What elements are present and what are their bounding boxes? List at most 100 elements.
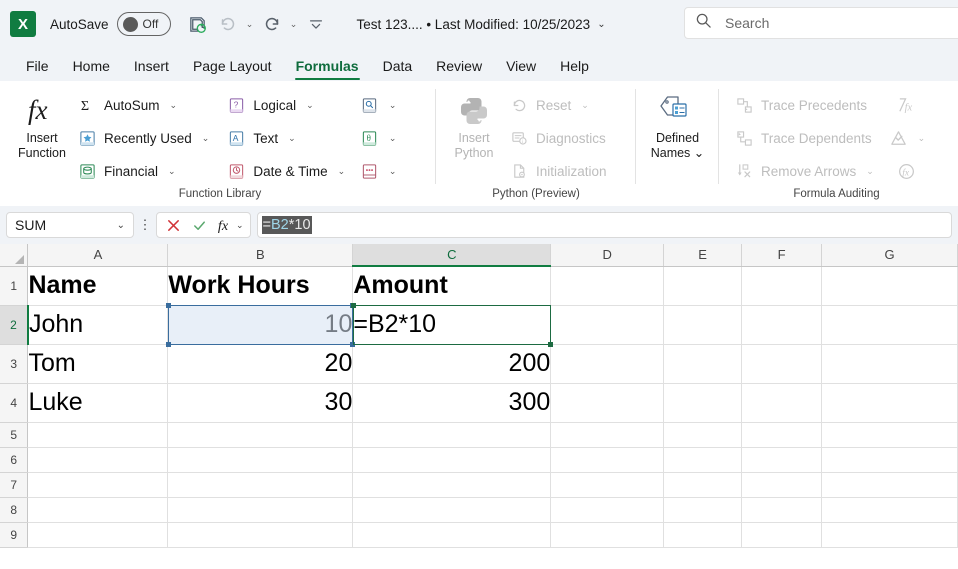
defined-names-button[interactable]: Defined Names ⌄ <box>643 87 712 165</box>
trace-precedents-button[interactable]: Trace Precedents <box>730 89 879 122</box>
cell-f9[interactable] <box>741 522 823 548</box>
cell-a9[interactable] <box>27 522 169 548</box>
cell-c8[interactable] <box>352 497 552 523</box>
cell-a3[interactable]: Tom <box>27 344 169 384</box>
cell-b4[interactable]: 30 <box>167 383 354 423</box>
cell-d6[interactable] <box>550 447 665 473</box>
remove-arrows-button[interactable]: Remove Arrows ⌄ <box>730 155 879 188</box>
row-header-9[interactable]: 9 <box>0 522 29 548</box>
row-header-7[interactable]: 7 <box>0 472 29 498</box>
cell-e1[interactable] <box>663 266 743 306</box>
cell-e9[interactable] <box>663 522 743 548</box>
customize-quick-access-icon[interactable] <box>301 9 331 39</box>
cell-d9[interactable] <box>550 522 665 548</box>
cell-c3[interactable]: 200 <box>352 344 552 384</box>
cell-e7[interactable] <box>663 472 743 498</box>
cell-c5[interactable] <box>352 422 552 448</box>
redo-icon[interactable] <box>257 9 287 39</box>
cell-d5[interactable] <box>550 422 665 448</box>
name-box-caret-icon[interactable]: ⌄ <box>117 220 125 231</box>
lookup-reference-button[interactable]: ⌄ <box>356 89 400 122</box>
save-icon[interactable] <box>183 9 213 39</box>
row-header-4[interactable]: 4 <box>0 383 29 423</box>
autosave-toggle[interactable]: Off <box>116 12 171 36</box>
row-header-5[interactable]: 5 <box>0 422 29 448</box>
column-header-d[interactable]: D <box>550 244 665 267</box>
tab-insert[interactable]: Insert <box>122 54 181 81</box>
cell-g1[interactable] <box>821 266 958 306</box>
error-checking-button[interactable]: ⌄ <box>885 122 929 155</box>
cell-b7[interactable] <box>167 472 354 498</box>
cell-f6[interactable] <box>741 447 823 473</box>
python-diagnostics-button[interactable]: i Diagnostics <box>505 122 612 155</box>
tab-page-layout[interactable]: Page Layout <box>181 54 284 81</box>
date-time-button[interactable]: Date & Time ⌄ <box>222 155 350 188</box>
cell-g9[interactable] <box>821 522 958 548</box>
formula-input[interactable]: =B2*10 <box>256 212 952 238</box>
column-header-f[interactable]: F <box>741 244 823 267</box>
cell-f5[interactable] <box>741 422 823 448</box>
undo-dropdown-caret-icon[interactable]: ⌄ <box>243 9 257 39</box>
cell-c4[interactable]: 300 <box>352 383 552 423</box>
column-header-c[interactable]: C <box>352 244 552 267</box>
tab-view[interactable]: View <box>494 54 548 81</box>
date-time-caret-icon[interactable]: ⌄ <box>338 166 346 177</box>
math-trig-button[interactable]: θ ⌄ <box>356 122 400 155</box>
cell-g2[interactable] <box>821 305 958 345</box>
cell-c7[interactable] <box>352 472 552 498</box>
cell-e5[interactable] <box>663 422 743 448</box>
select-all-corner[interactable] <box>0 244 29 267</box>
cell-b3[interactable]: 20 <box>167 344 354 384</box>
cell-a6[interactable] <box>27 447 169 473</box>
python-reset-caret-icon[interactable]: ⌄ <box>581 100 589 111</box>
cell-b6[interactable] <box>167 447 354 473</box>
cell-c2[interactable]: =B2*10 <box>352 305 552 345</box>
cancel-icon[interactable] <box>161 214 185 236</box>
formula-bar-options-icon[interactable]: ⋮ <box>134 218 156 231</box>
tab-home[interactable]: Home <box>61 54 122 81</box>
trace-dependents-button[interactable]: Trace Dependents <box>730 122 879 155</box>
cell-a8[interactable] <box>27 497 169 523</box>
cell-f1[interactable] <box>741 266 823 306</box>
math-trig-caret-icon[interactable]: ⌄ <box>389 133 397 144</box>
undo-icon[interactable] <box>213 9 243 39</box>
document-title[interactable]: Test 123.... • Last Modified: 10/25/2023… <box>357 17 606 32</box>
cell-f3[interactable] <box>741 344 823 384</box>
enter-icon[interactable] <box>187 214 211 236</box>
recently-used-button[interactable]: Recently Used ⌄ <box>73 122 214 155</box>
cell-d2[interactable] <box>550 305 665 345</box>
search-box[interactable] <box>684 7 958 39</box>
cell-g4[interactable] <box>821 383 958 423</box>
cell-a7[interactable] <box>27 472 169 498</box>
recently-used-caret-icon[interactable]: ⌄ <box>202 133 210 144</box>
cell-e2[interactable] <box>663 305 743 345</box>
tab-file[interactable]: File <box>14 54 61 81</box>
cell-f7[interactable] <box>741 472 823 498</box>
insert-function-button[interactable]: fx Insert Function <box>11 87 73 165</box>
cell-d4[interactable] <box>550 383 665 423</box>
cell-e3[interactable] <box>663 344 743 384</box>
remove-arrows-caret-icon[interactable]: ⌄ <box>866 166 874 177</box>
show-formulas-button[interactable]: fx <box>885 89 929 122</box>
evaluate-formula-button[interactable]: fx <box>885 155 929 188</box>
cell-d8[interactable] <box>550 497 665 523</box>
cell-a5[interactable] <box>27 422 169 448</box>
cell-g5[interactable] <box>821 422 958 448</box>
tab-formulas[interactable]: Formulas <box>284 54 371 81</box>
cell-e8[interactable] <box>663 497 743 523</box>
error-checking-caret-icon[interactable]: ⌄ <box>918 133 926 144</box>
row-header-8[interactable]: 8 <box>0 497 29 523</box>
cell-a4[interactable]: Luke <box>27 383 169 423</box>
more-functions-caret-icon[interactable]: ⌄ <box>389 166 397 177</box>
cell-d7[interactable] <box>550 472 665 498</box>
row-header-6[interactable]: 6 <box>0 447 29 473</box>
logical-button[interactable]: ? Logical ⌄ <box>222 89 350 122</box>
tab-review[interactable]: Review <box>424 54 494 81</box>
autosum-caret-icon[interactable]: ⌄ <box>170 100 178 111</box>
cell-b8[interactable] <box>167 497 354 523</box>
cell-c9[interactable] <box>352 522 552 548</box>
cell-d1[interactable] <box>550 266 665 306</box>
column-header-a[interactable]: A <box>27 244 169 267</box>
cell-e4[interactable] <box>663 383 743 423</box>
logical-caret-icon[interactable]: ⌄ <box>306 100 314 111</box>
